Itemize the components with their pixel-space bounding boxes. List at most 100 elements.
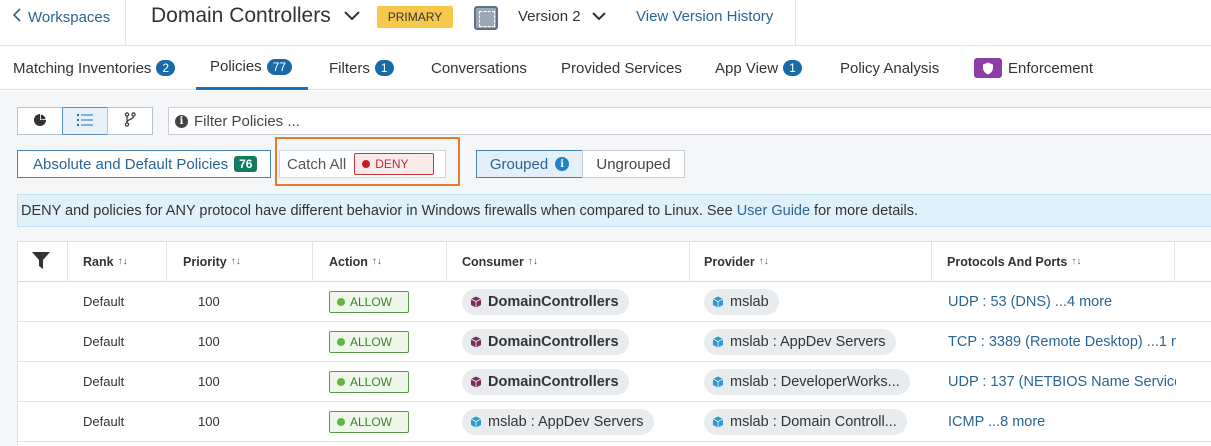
scope-chip[interactable]: mslab : AppDev Servers — [462, 408, 654, 435]
table-row[interactable]: Default 100 ALLOW DomainControllers msla… — [18, 322, 1211, 362]
tab-conversations[interactable]: Conversations — [431, 46, 527, 90]
tab-label: Filters — [329, 59, 370, 77]
action-cell: ALLOW — [329, 322, 409, 361]
column-divider — [312, 242, 313, 282]
sort-icon: ↑↓ — [527, 256, 538, 267]
column-filter-button[interactable] — [32, 242, 54, 281]
user-guide-link[interactable]: User Guide — [737, 203, 810, 219]
scope-chip[interactable]: DomainControllers — [462, 328, 629, 355]
provider-cell: mslab : DeveloperWorks... — [704, 362, 910, 401]
tab-label: Conversations — [431, 59, 527, 77]
rank-cell: Default — [83, 414, 125, 429]
workspace-title: Domain Controllers — [151, 4, 331, 27]
pie-chart-icon — [33, 113, 47, 130]
tab-app-view[interactable]: App View 1 — [715, 46, 802, 90]
table-row[interactable]: Default 100 ALLOW mslab : AppDev Servers… — [18, 402, 1211, 442]
protocols-link[interactable]: TCP : 3389 (Remote Desktop) ...1 more — [948, 322, 1176, 361]
ungrouped-toggle[interactable]: Ungrouped — [582, 150, 685, 178]
scope-name: DomainControllers — [488, 293, 619, 310]
column-divider — [1174, 242, 1175, 282]
tab-matching-inventories[interactable]: Matching Inventories 2 — [13, 46, 176, 90]
scope-chip[interactable]: mslab — [704, 288, 779, 315]
alert-text: DENY and policies for ANY protocol have … — [21, 202, 733, 219]
scope-chip[interactable]: mslab : AppDev Servers — [704, 328, 896, 355]
column-divider — [166, 242, 167, 282]
catch-all-control: Catch All DENY — [279, 150, 446, 178]
protocols-link[interactable]: ICMP ...8 more — [948, 402, 1176, 441]
action-label: ALLOW — [350, 334, 393, 349]
allow-badge: ALLOW — [329, 370, 409, 393]
column-divider — [446, 242, 447, 282]
scope-chip[interactable]: mslab : Domain Controll... — [704, 408, 907, 435]
column-header-consumer[interactable]: Consumer ↑↓ — [462, 242, 538, 281]
consumer-cell: DomainControllers — [462, 322, 629, 361]
consumer-cell: DomainControllers — [462, 362, 629, 401]
tab-filters[interactable]: Filters 1 — [329, 46, 394, 90]
column-divider — [689, 242, 690, 282]
header-divider — [125, 0, 126, 46]
column-header-protocols-and-ports[interactable]: Protocols And Ports ↑↓ — [947, 242, 1081, 281]
protocols-link[interactable]: UDP : 53 (DNS) ...4 more — [948, 282, 1176, 321]
chevron-left-icon — [12, 8, 22, 27]
list-view-button[interactable] — [62, 107, 108, 135]
tab-provided-services[interactable]: Provided Services — [561, 46, 682, 90]
scope-chip[interactable]: DomainControllers — [462, 288, 629, 315]
action-label: ALLOW — [350, 294, 393, 309]
policies-table: Rank ↑↓ Priority ↑↓ Action ↑↓ Consumer ↑↓ Pr… — [17, 241, 1211, 446]
info-icon: i — [555, 157, 570, 171]
tab-count-badge: 2 — [156, 60, 176, 76]
sort-icon: ↑↓ — [758, 256, 769, 267]
version-selector[interactable]: Version 2 — [518, 8, 607, 25]
column-header-rank[interactable]: Rank ↑↓ — [83, 242, 128, 281]
sort-icon: ↑↓ — [1071, 256, 1082, 267]
branch-icon — [124, 112, 136, 130]
alert-text: for more details. — [814, 202, 919, 219]
protocols-link[interactable]: UDP : 137 (NETBIOS Name Service) — [948, 362, 1176, 401]
allow-status-dot — [337, 377, 345, 386]
catch-all-deny-toggle[interactable]: DENY — [354, 153, 435, 175]
column-header-action[interactable]: Action ↑↓ — [329, 242, 382, 281]
tab-policy-analysis[interactable]: Policy Analysis — [840, 46, 939, 90]
scope-chip[interactable]: DomainControllers — [462, 368, 629, 395]
table-row[interactable]: Default 100 ALLOW DomainControllers msla… — [18, 362, 1211, 402]
absolute-default-policies-button[interactable]: Absolute and Default Policies 76 — [17, 150, 271, 178]
ungrouped-label: Ungrouped — [596, 155, 671, 173]
action-cell: ALLOW — [329, 362, 409, 401]
primary-badge: PRIMARY — [377, 6, 453, 28]
workspace-selector[interactable]: Domain Controllers — [151, 4, 361, 28]
rank-cell: Default — [83, 294, 125, 309]
deny-status-dot — [362, 160, 371, 168]
back-to-workspaces-link[interactable]: Workspaces — [12, 8, 110, 27]
filter-policies-input[interactable]: i Filter Policies ... — [168, 107, 1211, 135]
header-divider — [795, 0, 796, 46]
deny-label: DENY — [375, 157, 409, 171]
column-header-provider[interactable]: Provider ↑↓ — [704, 242, 769, 281]
allow-badge: ALLOW — [329, 330, 409, 353]
sort-icon: ↑↓ — [371, 256, 382, 267]
purple-cube-icon — [470, 296, 482, 307]
allow-badge: ALLOW — [329, 290, 409, 313]
scope-name: DomainControllers — [488, 333, 619, 350]
column-header-priority[interactable]: Priority ↑↓ — [183, 242, 241, 281]
purple-cube-icon — [470, 336, 482, 347]
grouped-toggle[interactable]: Grouped i — [476, 150, 583, 178]
graph-view-button[interactable] — [107, 107, 153, 135]
scope-chip[interactable]: mslab : DeveloperWorks... — [704, 368, 910, 395]
scope-name: mslab : Domain Controll... — [730, 413, 897, 430]
priority-cell: 100 — [198, 414, 220, 429]
chart-view-button[interactable] — [17, 107, 63, 135]
tab-label: Policies — [210, 58, 262, 75]
sort-icon: ↑↓ — [230, 256, 241, 267]
filter-placeholder: Filter Policies ... — [194, 112, 300, 130]
windows-firewall-alert: DENY and policies for ANY protocol have … — [17, 194, 1211, 227]
grouped-label: Grouped — [489, 155, 549, 173]
tab-enforcement[interactable]: Enforcement — [974, 46, 1093, 90]
scope-name: DomainControllers — [488, 373, 619, 390]
rank-cell: Default — [83, 334, 125, 349]
table-row[interactable]: Default 100 ALLOW DomainControllers msla… — [18, 282, 1211, 322]
back-link-label: Workspaces — [28, 9, 111, 26]
view-version-history-link[interactable]: View Version History — [636, 8, 773, 25]
action-cell: ALLOW — [329, 282, 409, 321]
tab-policies[interactable]: Policies 77 — [196, 46, 308, 90]
priority-cell: 100 — [198, 294, 220, 309]
